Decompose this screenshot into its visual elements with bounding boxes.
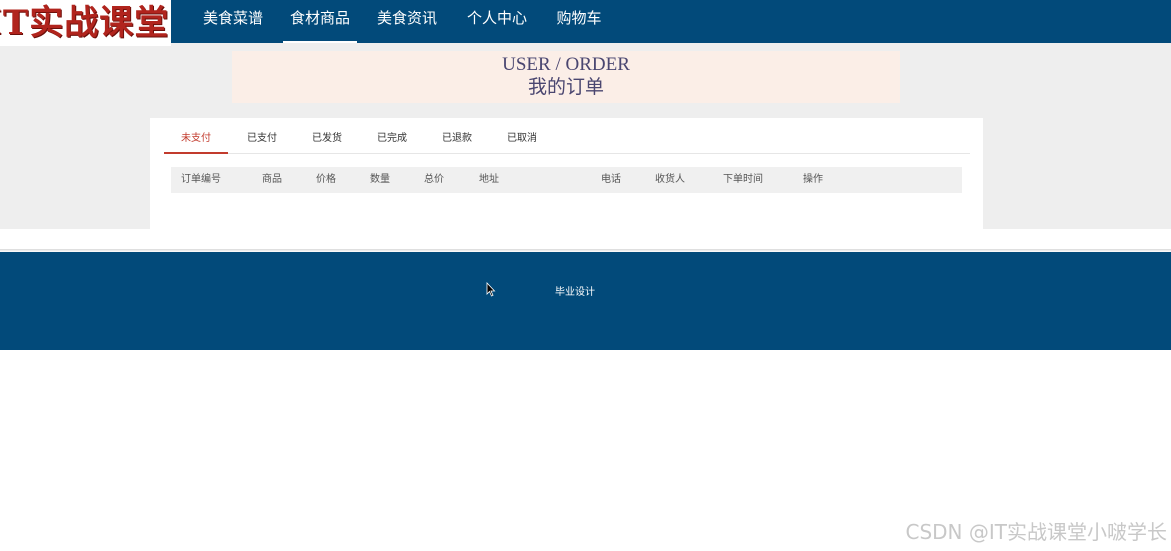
footer: 毕业设计	[0, 252, 1171, 350]
nav-item-news[interactable]: 美食资讯	[370, 0, 444, 43]
logo[interactable]: IT实战课堂	[0, 0, 171, 46]
order-panel: 未支付 已支付 已发货 已完成 已退款 已取消 订单编号 商品 价格 数量 总价…	[150, 118, 983, 229]
tab-label: 已完成	[377, 133, 407, 144]
column-header-phone: 电话	[601, 174, 621, 185]
nav-item-label: 美食菜谱	[202, 9, 263, 27]
mouse-cursor-icon	[486, 282, 496, 297]
tab-label: 已取消	[507, 133, 537, 144]
column-header-product: 商品	[262, 174, 282, 185]
nav-item-ingredients[interactable]: 食材商品	[283, 0, 357, 43]
nav-item-cart[interactable]: 购物车	[550, 0, 608, 43]
order-table-header: 订单编号 商品 价格 数量 总价 地址 电话 收货人 下单时间 操作	[171, 167, 962, 193]
column-header-recipient: 收货人	[655, 174, 685, 185]
tab-refunded[interactable]: 已退款	[425, 126, 489, 153]
order-status-tabs: 未支付 已支付 已发货 已完成 已退款 已取消	[164, 126, 970, 154]
column-header-order-time: 下单时间	[723, 174, 763, 185]
watermark: CSDN @IT实战课堂小啵学长	[905, 520, 1168, 544]
tab-paid[interactable]: 已支付	[230, 126, 294, 153]
nav-item-label: 美食资讯	[376, 9, 437, 27]
footer-text: 毕业设计	[555, 287, 595, 298]
nav-item-profile[interactable]: 个人中心	[460, 0, 534, 43]
tab-label: 已发货	[312, 133, 342, 144]
banner-title-cn: 我的订单	[527, 77, 604, 98]
tab-completed[interactable]: 已完成	[360, 126, 424, 153]
page: 首页 美食菜谱 食材商品 美食资讯 个人中心 购物车 IT实战课堂 USER /…	[0, 0, 1171, 551]
nav-item-recipes[interactable]: 美食菜谱	[196, 0, 270, 43]
tab-cancelled[interactable]: 已取消	[490, 126, 554, 153]
tab-unpaid[interactable]: 未支付	[164, 126, 228, 154]
column-header-order-id: 订单编号	[181, 174, 221, 185]
tab-label: 未支付	[181, 133, 211, 144]
column-header-price: 价格	[316, 174, 336, 185]
nav-item-label: 购物车	[556, 9, 602, 27]
page-banner: USER / ORDER 我的订单	[232, 51, 900, 103]
top-nav-bar: 首页 美食菜谱 食材商品 美食资讯 个人中心 购物车	[0, 0, 1171, 43]
column-header-total: 总价	[424, 174, 444, 185]
tab-label: 已退款	[442, 133, 472, 144]
logo-text: IT实战课堂	[0, 3, 170, 43]
tab-shipped[interactable]: 已发货	[295, 126, 359, 153]
column-header-address: 地址	[479, 174, 499, 185]
nav-item-label: 个人中心	[466, 9, 527, 27]
nav-item-label: 食材商品	[289, 9, 350, 27]
banner-title-en: USER / ORDER	[502, 54, 630, 75]
column-header-quantity: 数量	[370, 174, 390, 185]
tab-label: 已支付	[247, 133, 277, 144]
column-header-actions: 操作	[803, 174, 823, 185]
